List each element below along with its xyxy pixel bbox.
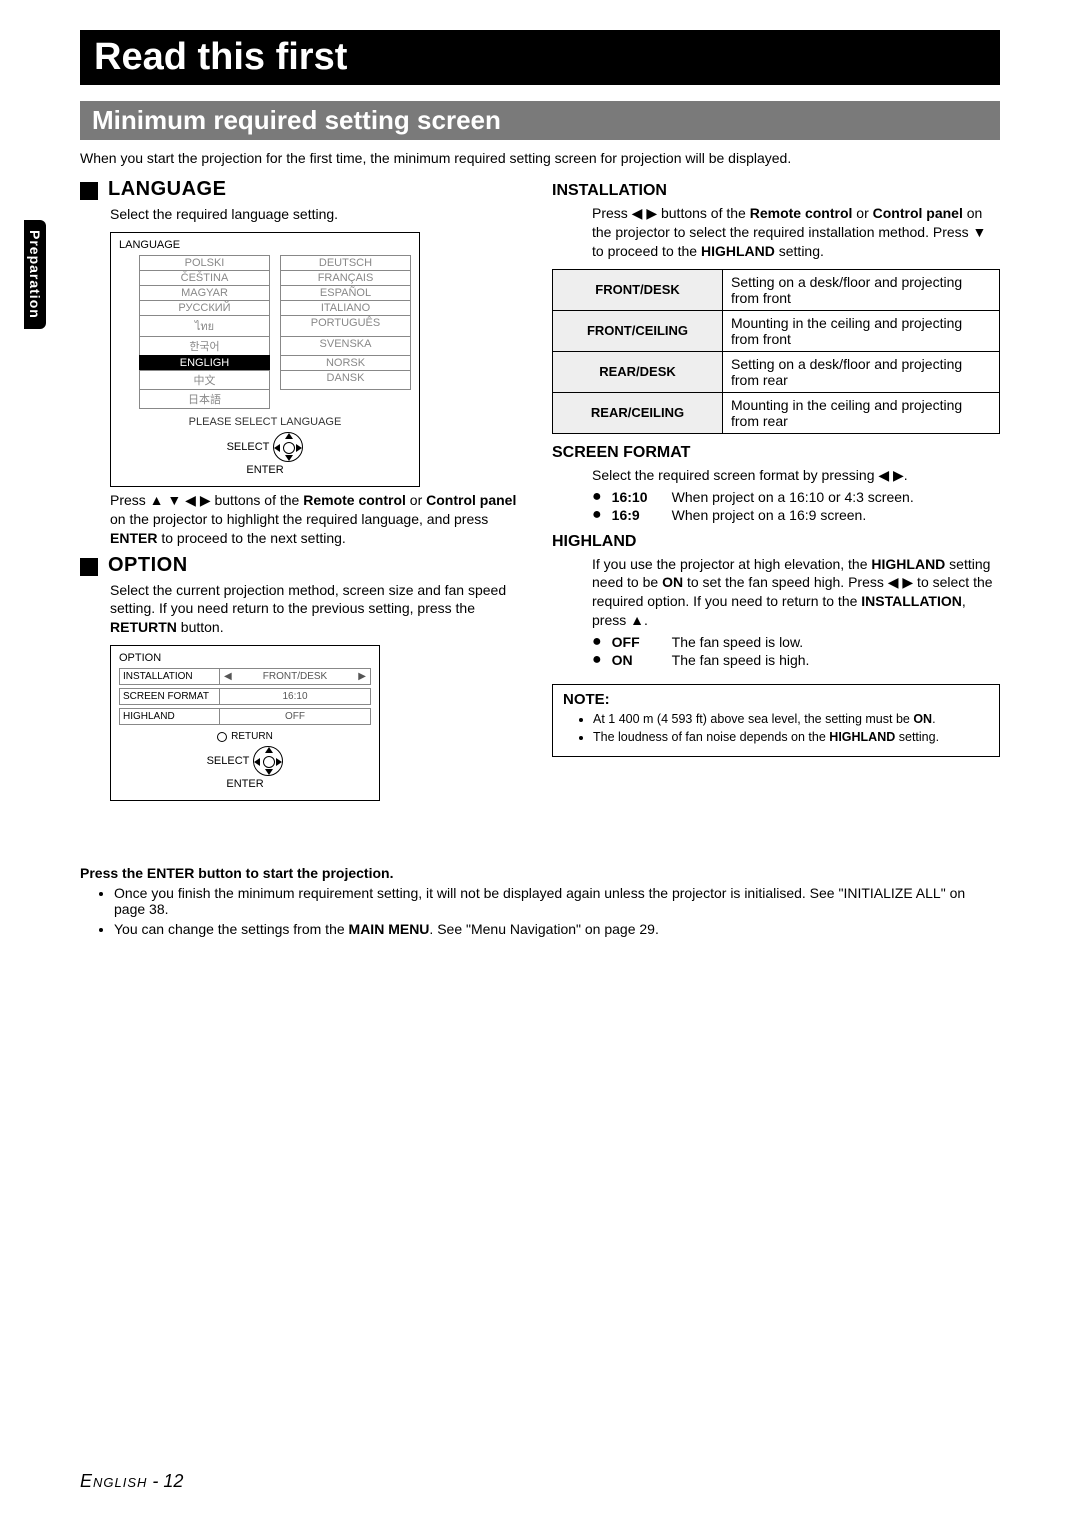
lang-item[interactable]: РУССКИЙ bbox=[139, 300, 270, 316]
page-footer: English - 12 bbox=[80, 1471, 183, 1492]
installation-desc: Press ◀ ▶ buttons of the Remote control … bbox=[592, 204, 1000, 261]
lang-item[interactable]: MAGYAR bbox=[139, 285, 270, 301]
lang-item[interactable]: NORSK bbox=[280, 355, 411, 371]
joystick-icon bbox=[273, 432, 303, 462]
option-value: OFF bbox=[220, 709, 370, 724]
screen-format-desc: Select the required screen format by pre… bbox=[592, 466, 1000, 485]
language-instruction: Press ▲ ▼ ◀ ▶ buttons of the Remote cont… bbox=[110, 491, 528, 548]
option-label: SCREEN FORMAT bbox=[120, 689, 220, 704]
page-content: Read this first Minimum required setting… bbox=[0, 0, 1080, 971]
table-row: FRONT/DESKSetting on a desk/floor and pr… bbox=[553, 269, 1000, 310]
language-desc: Select the required language setting. bbox=[110, 205, 528, 224]
final-block: Press the ENTER button to start the proj… bbox=[80, 865, 1000, 937]
language-box-title: LANGUAGE bbox=[119, 239, 411, 251]
return-circle-icon bbox=[217, 732, 227, 742]
page-title: Read this first bbox=[80, 30, 1000, 85]
note-item: The loudness of fan noise depends on the… bbox=[593, 730, 989, 744]
lang-item[interactable]: FRANÇAIS bbox=[280, 270, 411, 286]
return-label: RETURN bbox=[231, 731, 273, 742]
option-menu-box: OPTION INSTALLATION ◀FRONT/DESK▶ SCREEN … bbox=[110, 645, 380, 801]
option-value: ◀FRONT/DESK▶ bbox=[220, 669, 370, 684]
option-label: INSTALLATION bbox=[120, 669, 220, 684]
option-label: HIGHLAND bbox=[120, 709, 220, 724]
option-row[interactable]: HIGHLAND OFF bbox=[119, 708, 371, 725]
installation-heading: INSTALLATION bbox=[552, 182, 1000, 200]
enter-label: ENTER bbox=[119, 778, 371, 790]
table-row: REAR/DESKSetting on a desk/floor and pro… bbox=[553, 351, 1000, 392]
please-select-text: PLEASE SELECT LANGUAGE bbox=[119, 416, 411, 428]
installation-table: FRONT/DESKSetting on a desk/floor and pr… bbox=[552, 269, 1000, 434]
note-heading: NOTE: bbox=[563, 691, 989, 708]
list-item: ●OFFThe fan speed is low. bbox=[592, 634, 1000, 650]
lang-item[interactable]: ESPAÑOL bbox=[280, 285, 411, 301]
final-item: Once you finish the minimum requirement … bbox=[114, 885, 1000, 917]
option-row[interactable]: INSTALLATION ◀FRONT/DESK▶ bbox=[119, 668, 371, 685]
final-item: You can change the settings from the MAI… bbox=[114, 921, 1000, 937]
list-item: ●ONThe fan speed is high. bbox=[592, 652, 1000, 668]
select-label: SELECT bbox=[207, 755, 250, 767]
bullet-square-icon bbox=[80, 558, 98, 576]
final-heading: Press the ENTER button to start the proj… bbox=[80, 865, 1000, 881]
option-value: 16:10 bbox=[220, 689, 370, 704]
option-desc: Select the current projection method, sc… bbox=[110, 581, 528, 638]
left-column: LANGUAGE Select the required language se… bbox=[80, 172, 528, 805]
lang-item[interactable]: DANSK bbox=[280, 370, 411, 390]
lang-item[interactable]: 中文 bbox=[139, 370, 270, 390]
language-menu-box: LANGUAGE POLSKI DEUTSCH ČEŠTINA FRANÇAIS… bbox=[110, 232, 420, 487]
screen-format-heading: SCREEN FORMAT bbox=[552, 444, 1000, 462]
option-box-title: OPTION bbox=[119, 652, 371, 664]
list-item: ●16:9When project on a 16:9 screen. bbox=[592, 507, 1000, 523]
highland-heading: HIGHLAND bbox=[552, 533, 1000, 551]
lang-item[interactable]: 日本語 bbox=[139, 389, 270, 409]
select-label: SELECT bbox=[227, 441, 270, 453]
lang-item-selected[interactable]: ENGLIGH bbox=[139, 355, 270, 371]
lang-item[interactable]: ITALIANO bbox=[280, 300, 411, 316]
lang-item[interactable]: POLSKI bbox=[139, 255, 270, 271]
language-heading: LANGUAGE bbox=[108, 178, 226, 201]
table-row: REAR/CEILINGMounting in the ceiling and … bbox=[553, 392, 1000, 433]
highland-desc: If you use the projector at high elevati… bbox=[592, 555, 1000, 631]
section-heading: Minimum required setting screen bbox=[80, 101, 1000, 140]
option-row[interactable]: SCREEN FORMAT 16:10 bbox=[119, 688, 371, 705]
joystick-icon bbox=[253, 746, 283, 776]
lang-item[interactable]: ไทย bbox=[139, 315, 270, 337]
lang-item[interactable]: 한국어 bbox=[139, 336, 270, 356]
table-row: FRONT/CEILINGMounting in the ceiling and… bbox=[553, 310, 1000, 351]
lang-item[interactable]: DEUTSCH bbox=[280, 255, 411, 271]
list-item: ●16:10When project on a 16:10 or 4:3 scr… bbox=[592, 489, 1000, 505]
option-heading: OPTION bbox=[108, 554, 188, 577]
lang-item[interactable]: SVENSKA bbox=[280, 336, 411, 356]
right-column: INSTALLATION Press ◀ ▶ buttons of the Re… bbox=[552, 172, 1000, 805]
intro-text: When you start the projection for the fi… bbox=[80, 150, 1000, 166]
language-grid: POLSKI DEUTSCH ČEŠTINA FRANÇAIS MAGYAR E… bbox=[119, 255, 411, 408]
bullet-square-icon bbox=[80, 182, 98, 200]
lang-item[interactable]: PORTUGUÊS bbox=[280, 315, 411, 337]
side-tab: Preparation bbox=[24, 220, 46, 329]
lang-item[interactable]: ČEŠTINA bbox=[139, 270, 270, 286]
enter-label: ENTER bbox=[119, 464, 411, 476]
note-box: NOTE: At 1 400 m (4 593 ft) above sea le… bbox=[552, 684, 1000, 757]
note-item: At 1 400 m (4 593 ft) above sea level, t… bbox=[593, 712, 989, 726]
